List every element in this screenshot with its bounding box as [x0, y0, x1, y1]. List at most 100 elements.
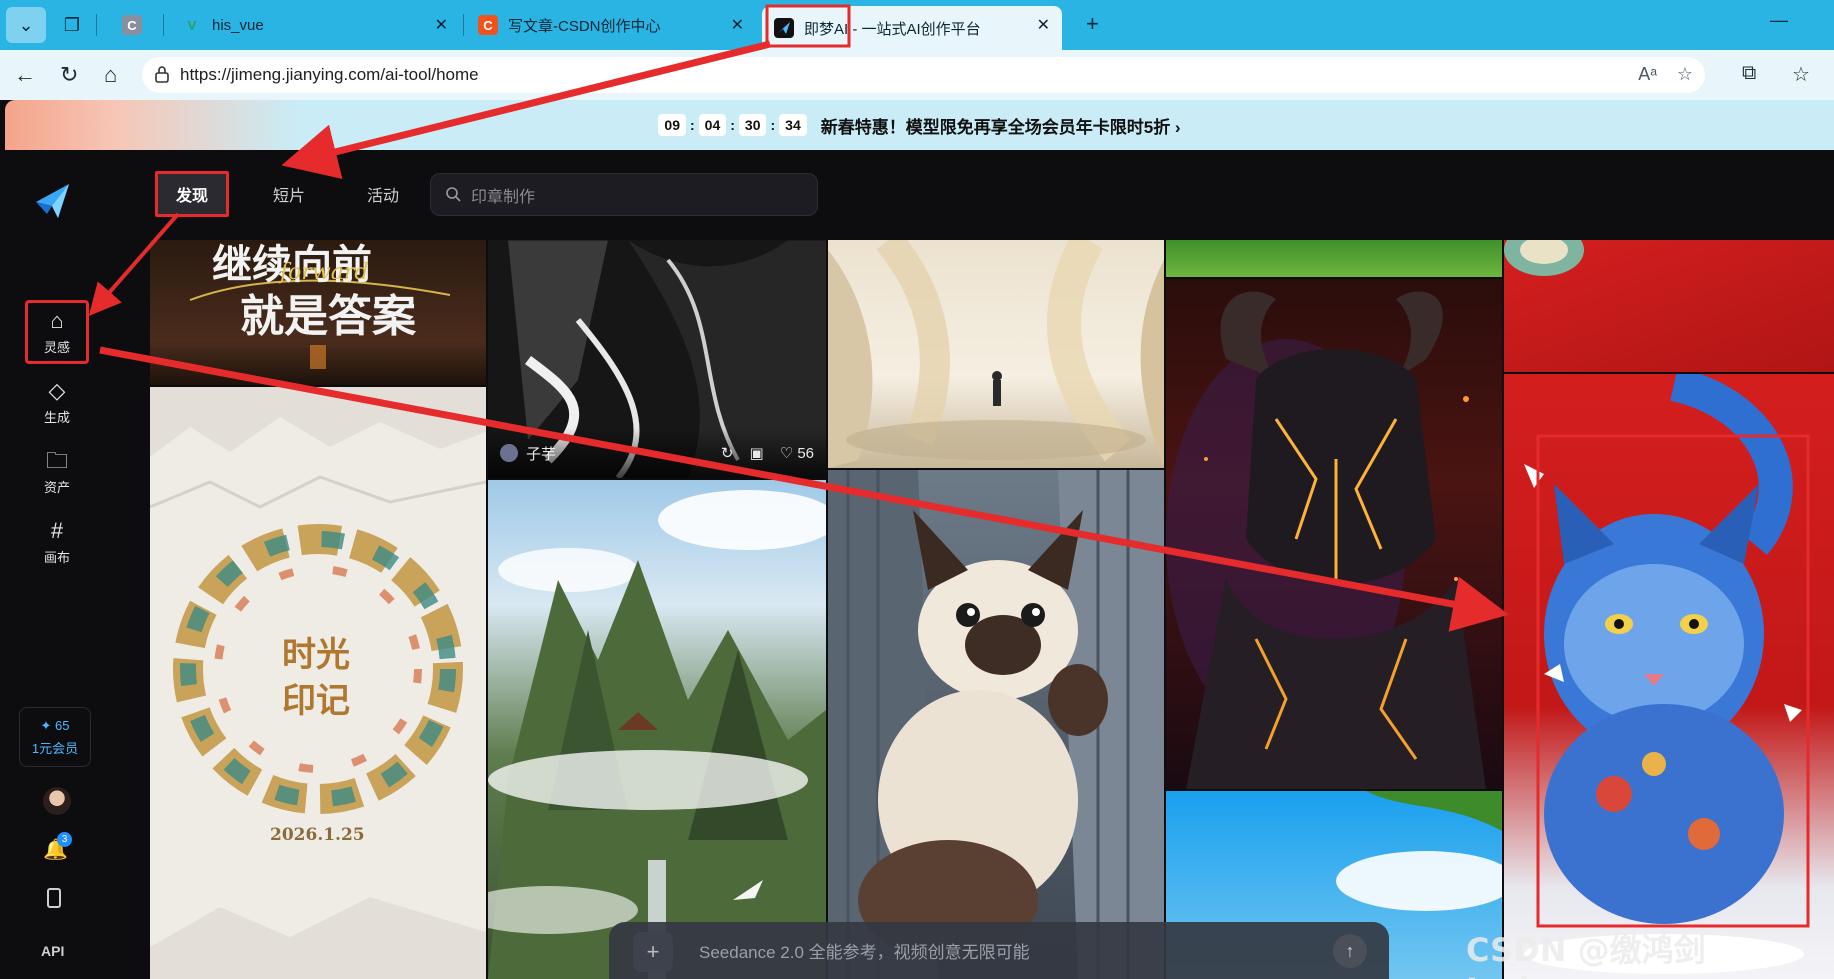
plus-icon: + — [1086, 11, 1099, 36]
new-tab-button[interactable]: + — [1074, 5, 1104, 43]
tab-activity[interactable]: 活动 — [349, 174, 417, 214]
back-arrow-icon[interactable]: ← — [14, 62, 36, 88]
workspaces-button[interactable]: ❐ — [52, 7, 92, 43]
timer-hours: 09 — [658, 114, 686, 136]
diamond-icon: ◇ — [48, 377, 66, 403]
sidebar-item-label: 画布 — [43, 549, 70, 565]
top-nav: 发现 短片 活动 — [155, 171, 443, 217]
sidebar-item-canvas[interactable]: # 画布 — [25, 510, 89, 574]
jimeng-favicon-icon — [774, 18, 794, 38]
minimize-icon[interactable]: — — [1770, 10, 1788, 31]
heart-icon: ♡ — [779, 445, 794, 462]
search-placeholder: 印章制作 — [471, 188, 536, 206]
tab-divider — [96, 14, 97, 36]
tab-discover[interactable]: 发现 — [155, 171, 230, 217]
tab-shorts[interactable]: 短片 — [255, 174, 323, 214]
timer-minutes: 04 — [698, 114, 727, 136]
image-card-grass[interactable] — [1166, 240, 1502, 277]
sidebar-item-label: 灵感 — [43, 339, 70, 355]
csdn-watermark: CSDN @缴鸿剑Jackson — [1466, 931, 1706, 979]
csdn-favicon-icon: C — [478, 15, 498, 35]
browser-tab-1[interactable]: C — [110, 6, 160, 44]
tab-title: 写文章-CSDN创作中心 — [508, 17, 661, 35]
browser-tab-jimeng[interactable]: 即梦AI - 一站式AI创作平台 ✕ — [762, 6, 1062, 50]
lock-icon — [155, 66, 169, 83]
image-card-ink-portrait[interactable]: 子芋 ↻ ▣ ♡ 56 — [488, 240, 826, 478]
sidebar-item-label: 生成 — [43, 409, 70, 425]
csdn-favicon-icon: C — [122, 15, 142, 35]
image-card-seal[interactable]: 时光 印记 2026.1.25 — [150, 387, 486, 979]
workspaces-icon: ❐ — [63, 14, 81, 35]
remix-icon[interactable]: ↻ — [721, 444, 734, 462]
favorites-icon[interactable]: ☆ — [1792, 62, 1810, 87]
like-count: 56 — [797, 445, 814, 462]
canvas-icon: # — [50, 517, 64, 543]
sidebar-item-assets[interactable]: 🗀 资产 — [25, 440, 89, 504]
seal-date: 2026.1.25 — [270, 825, 365, 845]
prompt-placeholder: Seedance 2.0 全能参考，视频创意无限可能 — [699, 943, 1030, 962]
refresh-icon[interactable]: ↻ — [60, 62, 78, 88]
calligraphy-text: 就是答案 — [240, 291, 416, 342]
search-input[interactable]: 印章制作 — [430, 173, 818, 216]
image-icon[interactable]: ▣ — [750, 444, 764, 462]
image-card-red[interactable] — [1504, 240, 1834, 372]
tab-list-button[interactable]: ⌄ — [6, 7, 46, 43]
folder-icon: 🗀 — [45, 447, 68, 473]
image-card-demon[interactable] — [1166, 279, 1502, 789]
chevron-down-icon: ⌄ — [18, 14, 34, 35]
prompt-input[interactable]: + Seedance 2.0 全能参考，视频创意无限可能 ↑ — [609, 922, 1389, 979]
close-icon[interactable]: ✕ — [435, 15, 448, 35]
image-card-scrolls[interactable] — [828, 240, 1164, 468]
author-avatar-icon — [500, 444, 518, 462]
close-icon[interactable]: ✕ — [731, 15, 744, 35]
credits-badge[interactable]: ✦ 65 1元会员 — [19, 707, 91, 767]
url-field[interactable]: https://jimeng.jianying.com/ai-tool/home… — [142, 57, 1705, 93]
home-icon: ⌂ — [50, 307, 64, 333]
like-button[interactable]: ♡ 56 — [780, 444, 814, 462]
vue-favicon-icon: V — [187, 17, 197, 33]
browser-tab-csdn[interactable]: C 写文章-CSDN创作中心 ✕ — [466, 6, 756, 44]
avatar[interactable] — [43, 787, 71, 815]
countdown-timer: 09: 04: 30: 34 — [658, 114, 807, 136]
sidebar-item-generate[interactable]: ◇ 生成 — [25, 370, 89, 434]
sidebar: ⌂ 灵感 ◇ 生成 🗀 资产 # 画布 ✦ 65 1元会员 🔔 3 API — [5, 150, 110, 979]
card-meta: 子芋 ↻ ▣ ♡ 56 — [488, 428, 826, 478]
search-icon — [446, 187, 461, 202]
promo-banner[interactable]: 09: 04: 30: 34 新春特惠！模型限免再享全场会员年卡限时5折 › — [5, 100, 1834, 150]
close-icon[interactable]: ✕ — [1037, 15, 1050, 35]
home-icon[interactable]: ⌂ — [104, 62, 117, 88]
image-card-calligraphy[interactable]: 继续向前 forward 就是答案 — [150, 240, 486, 385]
jimeng-logo[interactable] — [33, 180, 73, 220]
browser-tab-bar: ⌄ ❐ C V his_vue ✕ C 写文章-CSDN创作中心 ✕ 即梦AI … — [0, 0, 1834, 50]
timer-centis: 34 — [779, 114, 807, 136]
timer-seconds: 30 — [738, 114, 767, 136]
tab-divider — [463, 14, 464, 36]
tab-title: 即梦AI - 一站式AI创作平台 — [804, 20, 981, 38]
seal-title: 印记 — [282, 681, 350, 721]
seal-title: 时光 — [282, 635, 350, 675]
promo-text[interactable]: 新春特惠！模型限免再享全场会员年卡限时5折 › — [821, 113, 1181, 138]
read-aloud-icon[interactable]: Aᵃ — [1638, 64, 1657, 85]
tab-divider — [163, 14, 164, 36]
add-reference-button[interactable]: + — [633, 932, 673, 972]
membership-link: 1元会员 — [31, 740, 79, 756]
image-card-blue-cat[interactable] — [1504, 374, 1834, 979]
address-bar-row: ← ↻ ⌂ https://jimeng.jianying.com/ai-too… — [0, 50, 1834, 100]
extensions-icon[interactable]: ⧉ — [1742, 62, 1756, 85]
image-card-cat[interactable] — [828, 470, 1164, 979]
card-author[interactable]: 子芋 — [526, 443, 556, 464]
send-button[interactable]: ↑ — [1333, 934, 1367, 968]
sidebar-item-inspiration[interactable]: ⌂ 灵感 — [25, 300, 89, 364]
credits-count: ✦ 65 — [40, 717, 70, 733]
api-link[interactable]: API — [41, 943, 64, 959]
browser-tab-his-vue[interactable]: V his_vue ✕ — [170, 6, 460, 44]
notification-badge: 3 — [57, 832, 72, 847]
inspiration-grid: 继续向前 forward 就是答案 时光 印记 2026.1.25 子芋 ↻ ▣… — [150, 240, 1834, 979]
phone-icon[interactable] — [47, 888, 61, 908]
favorite-star-icon[interactable]: ☆ — [1677, 64, 1693, 85]
url-text: https://jimeng.jianying.com/ai-tool/home — [180, 65, 479, 84]
tab-title: his_vue — [212, 16, 264, 34]
app-root: ⌂ 灵感 ◇ 生成 🗀 资产 # 画布 ✦ 65 1元会员 🔔 3 API 发现… — [5, 150, 1834, 979]
sidebar-item-label: 资产 — [43, 479, 70, 495]
image-card-mountains[interactable] — [488, 480, 826, 979]
